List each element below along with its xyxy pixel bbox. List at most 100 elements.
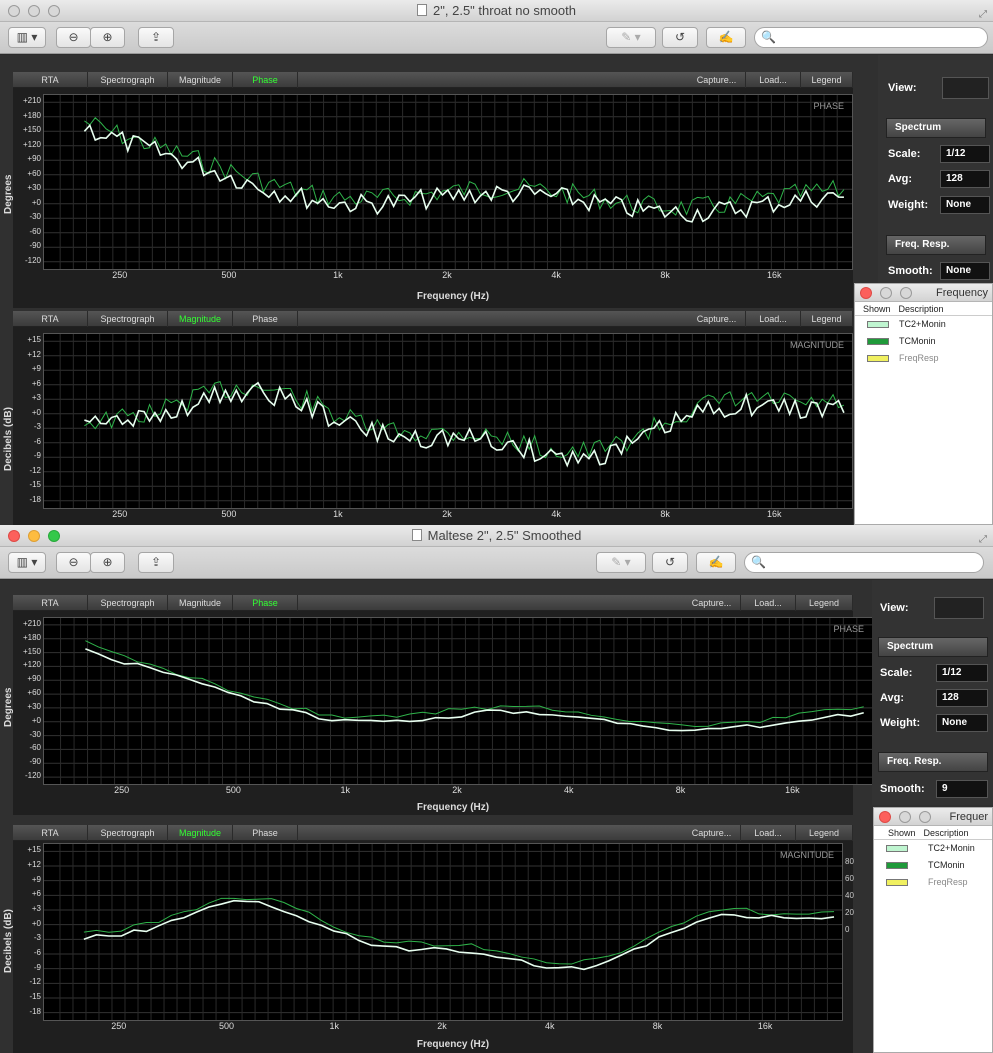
freq-resp-button[interactable]: Freq. Resp. — [878, 752, 988, 772]
tab-rta[interactable]: RTA — [13, 595, 88, 611]
y-tick-label: -12 — [29, 977, 41, 987]
tab-rta[interactable]: RTA — [13, 825, 88, 841]
share-button[interactable]: ⇪ — [138, 27, 174, 48]
minimize-button[interactable] — [28, 530, 40, 542]
description-column: Description — [898, 304, 944, 314]
capture-button[interactable]: Capture... — [688, 311, 746, 327]
magnitude-plot[interactable]: MAGNITUDE — [43, 843, 843, 1021]
tab-spectrograph[interactable]: Spectrograph — [88, 311, 168, 327]
load-button[interactable]: Load... — [741, 825, 796, 841]
close-button[interactable] — [8, 530, 20, 542]
y-tick-label: +150 — [22, 646, 41, 656]
search-input[interactable]: 🔍 — [754, 27, 988, 48]
close-button[interactable] — [879, 811, 891, 823]
screenshot-content: RTA Spectrograph Magnitude Phase Capture… — [0, 55, 993, 525]
zoom-button[interactable] — [48, 530, 60, 542]
legend-item[interactable]: FreqResp — [874, 874, 992, 891]
avg-label: Avg: — [880, 692, 905, 704]
minimize-button[interactable] — [880, 287, 892, 299]
legend-item-label: TC2+Monin — [899, 319, 946, 329]
weight-select[interactable]: None — [940, 196, 990, 214]
window-smoothed: Maltese 2", 2.5" Smoothed ⤢ ▥ ▾ ⊖ ⊕ ⇪ ✎ … — [0, 525, 993, 1053]
close-button[interactable] — [860, 287, 872, 299]
plot-canvas — [44, 334, 852, 508]
annotate-button[interactable]: ✎ ▾ — [596, 552, 646, 573]
x-tick-label: 1k — [340, 785, 350, 795]
capture-button[interactable]: Capture... — [683, 825, 741, 841]
zoom-button[interactable] — [48, 5, 60, 17]
tab-magnitude[interactable]: Magnitude — [168, 72, 233, 88]
weight-select[interactable]: None — [936, 714, 988, 732]
tab-magnitude[interactable]: Magnitude — [168, 825, 233, 841]
tab-magnitude[interactable]: Magnitude — [168, 311, 233, 327]
load-button[interactable]: Load... — [746, 311, 801, 327]
scale-select[interactable]: 1/12 — [940, 145, 990, 163]
right-tick-label: 60 — [845, 874, 854, 883]
spectrum-button[interactable]: Spectrum — [878, 637, 988, 657]
legend-item-label: FreqResp — [928, 877, 968, 887]
legend-button[interactable]: Legend — [801, 311, 853, 327]
avg-select[interactable]: 128 — [936, 689, 988, 707]
legend-button[interactable]: Legend — [796, 595, 853, 611]
tab-phase[interactable]: Phase — [233, 311, 298, 327]
zoom-in-button[interactable]: ⊕ — [90, 552, 125, 573]
freq-resp-button[interactable]: Freq. Resp. — [886, 235, 986, 255]
close-button[interactable] — [8, 5, 20, 17]
tab-rta[interactable]: RTA — [13, 72, 88, 88]
minimize-button[interactable] — [28, 5, 40, 17]
markup-button[interactable]: ✍ — [696, 552, 736, 573]
tab-phase[interactable]: Phase — [233, 825, 298, 841]
y-tick-label: -15 — [29, 480, 41, 490]
capture-button[interactable]: Capture... — [683, 595, 741, 611]
legend-item[interactable]: TC2+Monin — [874, 840, 992, 857]
y-tick-label: -3 — [33, 933, 41, 943]
view-toggle[interactable] — [942, 77, 989, 99]
x-tick-label: 8k — [660, 270, 670, 280]
tab-phase[interactable]: Phase — [233, 72, 298, 88]
x-tick-label: 8k — [675, 785, 686, 795]
x-tick-label: 1k — [329, 1021, 340, 1031]
legend-item[interactable]: TCMonin — [874, 857, 992, 874]
phase-plot[interactable]: PHASE — [43, 617, 873, 785]
minimize-button[interactable] — [899, 811, 911, 823]
zoom-button[interactable] — [919, 811, 931, 823]
window-title: 2", 2.5" throat no smooth — [433, 3, 576, 18]
zoom-out-button[interactable]: ⊖ — [56, 552, 91, 573]
scale-select[interactable]: 1/12 — [936, 664, 988, 682]
tab-magnitude[interactable]: Magnitude — [168, 595, 233, 611]
legend-item[interactable]: TC2+Monin — [855, 316, 992, 333]
markup-button[interactable]: ✍ — [706, 27, 746, 48]
tab-rta[interactable]: RTA — [13, 311, 88, 327]
legend-item[interactable]: TCMonin — [855, 333, 992, 350]
tab-phase[interactable]: Phase — [233, 595, 298, 611]
plot-canvas — [44, 95, 852, 269]
sidebar-toggle-button[interactable]: ▥ ▾ — [8, 552, 46, 573]
magnitude-plot[interactable]: MAGNITUDE — [43, 333, 853, 509]
x-tick-label: 4k — [564, 785, 574, 795]
annotate-button[interactable]: ✎ ▾ — [606, 27, 656, 48]
view-toggle[interactable] — [934, 597, 984, 619]
spectrum-button[interactable]: Spectrum — [886, 118, 986, 138]
tab-spectrograph[interactable]: Spectrograph — [88, 72, 168, 88]
legend-button[interactable]: Legend — [801, 72, 853, 88]
rotate-button[interactable]: ↺ — [662, 27, 698, 48]
load-button[interactable]: Load... — [746, 72, 801, 88]
legend-button[interactable]: Legend — [796, 825, 853, 841]
phase-plot[interactable]: PHASE — [43, 94, 853, 270]
share-button[interactable]: ⇪ — [138, 552, 174, 573]
capture-button[interactable]: Capture... — [688, 72, 746, 88]
load-button[interactable]: Load... — [741, 595, 796, 611]
zoom-out-button[interactable]: ⊖ — [56, 27, 91, 48]
sidebar-toggle-button[interactable]: ▥ ▾ — [8, 27, 46, 48]
tab-spectrograph[interactable]: Spectrograph — [88, 825, 168, 841]
avg-select[interactable]: 128 — [940, 170, 990, 188]
tab-spectrograph[interactable]: Spectrograph — [88, 595, 168, 611]
search-input[interactable]: 🔍 — [744, 552, 984, 573]
rotate-button[interactable]: ↺ — [652, 552, 688, 573]
smooth-select[interactable]: 9 — [936, 780, 988, 798]
zoom-in-button[interactable]: ⊕ — [90, 27, 125, 48]
zoom-button[interactable] — [900, 287, 912, 299]
y-tick-label: -120 — [24, 771, 41, 781]
smooth-select[interactable]: None — [940, 262, 990, 280]
legend-item[interactable]: FreqResp — [855, 350, 992, 367]
